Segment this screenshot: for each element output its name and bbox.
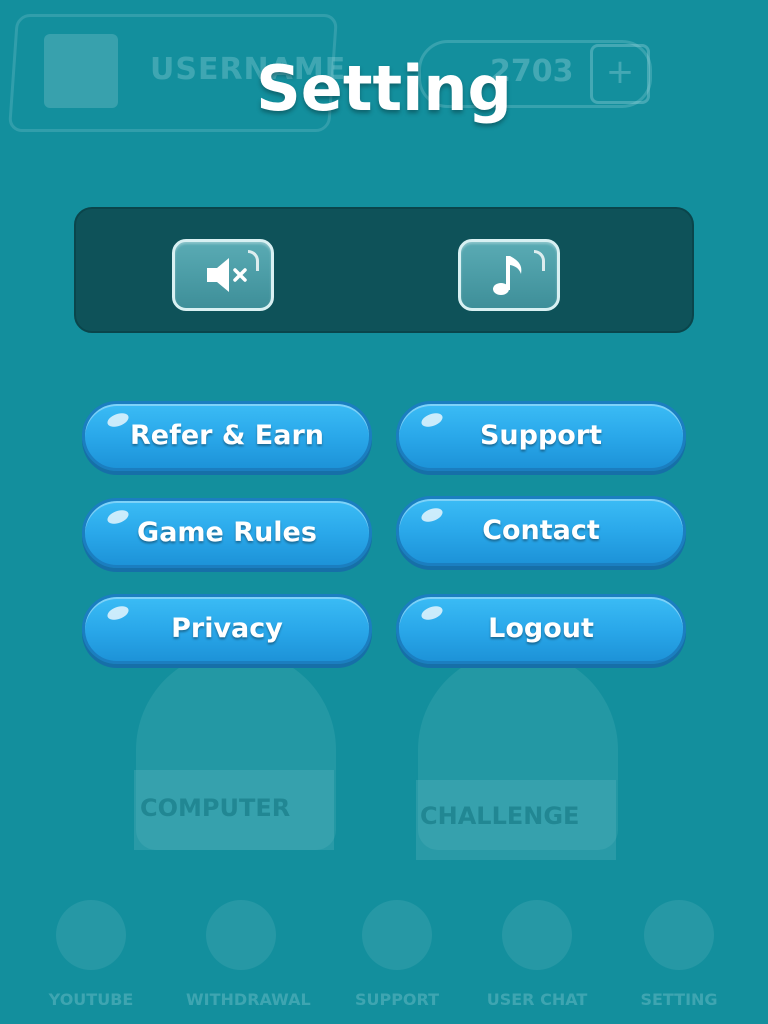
button-shine <box>419 505 445 525</box>
nav-label: SUPPORT <box>354 990 440 1009</box>
button-label: Logout <box>488 613 594 644</box>
music-toggle-button[interactable] <box>458 239 560 311</box>
nav-label: USER CHAT <box>486 990 588 1009</box>
button-shine <box>419 410 445 430</box>
button-label: Game Rules <box>137 517 317 548</box>
music-note-icon <box>493 256 522 295</box>
computer-mode-label: COMPUTER <box>140 794 291 822</box>
challenge-mode-label: CHALLENGE <box>420 802 580 830</box>
button-shine <box>105 603 131 623</box>
button-label: Support <box>479 420 603 451</box>
privacy-button[interactable]: Privacy <box>82 594 372 664</box>
contact-button[interactable]: Contact <box>396 496 686 566</box>
button-shine <box>105 410 131 430</box>
money-icon <box>206 900 276 970</box>
game-rules-button[interactable]: Game Rules <box>82 498 372 568</box>
page-title: Setting <box>256 52 512 125</box>
logout-button[interactable]: Logout <box>396 594 686 664</box>
button-shine <box>105 507 131 527</box>
nav-withdrawal: WITHDRAWAL <box>186 900 311 1009</box>
nav-support: SUPPORT <box>342 900 452 1009</box>
refer-earn-button[interactable]: Refer & Earn <box>82 401 372 471</box>
button-label: Contact <box>482 515 600 546</box>
nav-label: WITHDRAWAL <box>186 990 311 1009</box>
button-shine <box>419 603 445 623</box>
support-button[interactable]: Support <box>396 401 686 471</box>
chat-icon <box>502 900 572 970</box>
nav-label: YOUTUBE <box>48 990 134 1009</box>
mute-sound-button[interactable] <box>172 239 274 311</box>
nav-setting: SETTING <box>624 900 734 1009</box>
agent-icon <box>362 900 432 970</box>
nav-user-chat: USER CHAT <box>482 900 592 1009</box>
gear-icon <box>644 900 714 970</box>
nav-youtube: YOUTUBE <box>36 900 146 1009</box>
speaker-mute-icon <box>207 258 247 292</box>
button-label: Refer & Earn <box>129 420 325 451</box>
sound-panel <box>74 207 694 333</box>
youtube-icon <box>56 900 126 970</box>
button-label: Privacy <box>171 613 283 644</box>
nav-label: SETTING <box>640 990 718 1009</box>
